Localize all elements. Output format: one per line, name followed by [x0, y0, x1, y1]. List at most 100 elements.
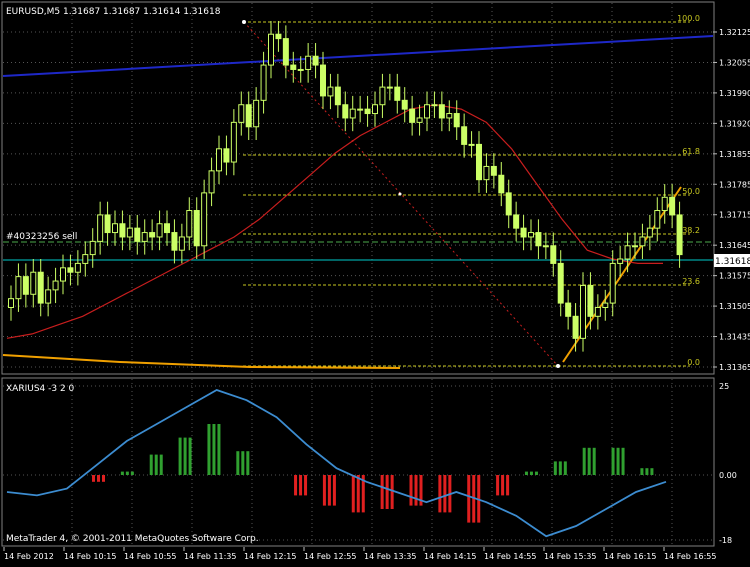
- time-axis-label: 14 Feb 16:15: [604, 552, 656, 561]
- candle-body: [89, 240, 96, 256]
- time-axis-label: 14 Feb 12:55: [304, 552, 356, 561]
- order-label: #40323256 sell: [6, 232, 77, 242]
- candle-body: [112, 223, 118, 234]
- histogram-bar: [246, 451, 250, 475]
- candle-body: [223, 148, 230, 163]
- histogram-bar: [524, 471, 528, 475]
- candle-body: [201, 192, 208, 247]
- candle-body: [245, 104, 252, 128]
- price-axis-label: 1.31365: [719, 363, 750, 372]
- histogram-bar: [294, 475, 298, 496]
- candle-body: [669, 196, 676, 216]
- candle-body: [230, 121, 237, 163]
- candle-body: [624, 245, 631, 260]
- indicator-axis-label: 0.00: [719, 471, 737, 480]
- fib-level-label: 50.0: [682, 187, 700, 196]
- candle-body: [253, 99, 260, 128]
- candle-body: [97, 214, 104, 242]
- candle-body: [186, 210, 193, 238]
- histogram-bar: [149, 454, 153, 475]
- histogram-bar: [645, 468, 649, 475]
- candle-body: [550, 245, 557, 264]
- candle-body: [632, 245, 638, 248]
- histogram-bar: [385, 475, 389, 509]
- candle-body: [483, 165, 490, 181]
- time-axis-label: 14 Feb 10:15: [64, 552, 116, 561]
- candle-body: [45, 289, 52, 304]
- histogram-bar: [650, 468, 654, 475]
- candle-body: [446, 113, 453, 119]
- price-axis-label: 1.31505: [719, 302, 750, 311]
- candle-body: [260, 64, 267, 101]
- candle-body: [171, 232, 178, 251]
- price-axis-label: 1.31575: [719, 272, 750, 281]
- histogram-bar: [125, 471, 129, 475]
- candle-body: [238, 104, 245, 123]
- candle-body: [342, 104, 349, 119]
- time-axis-label: 14 Feb 10:55: [124, 552, 176, 561]
- histogram-bar: [409, 475, 413, 506]
- time-axis-label: 14 Feb 12:15: [244, 552, 296, 561]
- candle-body: [409, 108, 416, 123]
- candle-body: [327, 86, 334, 97]
- histogram-bar: [236, 451, 240, 475]
- candle-body: [609, 262, 616, 304]
- histogram-bar: [207, 424, 211, 475]
- candle-body: [149, 232, 156, 238]
- chart-canvas[interactable]: 100.0 61.8 50.0 38.2 23.6 0.0 EURUSD,M5 1.316…: [0, 0, 750, 563]
- copyright-text: MetaTrader 4, © 2001-2011 MetaQuotes Sof…: [6, 534, 259, 544]
- candle-body: [602, 302, 609, 308]
- histogram-bar: [380, 475, 384, 509]
- price-axis-label: 1.31855: [719, 150, 750, 159]
- candle-body: [453, 113, 460, 128]
- candle-body: [372, 104, 378, 115]
- histogram-bar: [154, 454, 158, 475]
- histogram-bar: [587, 447, 591, 475]
- histogram-bar: [97, 475, 100, 482]
- candle-body: [594, 306, 601, 317]
- fib-anchor-point: [556, 364, 560, 368]
- indicator-name: XARIUS4 -3 2 0: [6, 384, 75, 394]
- candle-body: [268, 33, 274, 66]
- candle-body: [424, 104, 430, 119]
- histogram-bar: [438, 475, 442, 513]
- histogram-bar: [327, 475, 331, 506]
- histogram-bar: [120, 471, 124, 475]
- histogram-bar: [212, 424, 216, 475]
- candle-body: [476, 143, 482, 181]
- candle-body: [438, 104, 445, 119]
- histogram-bar: [621, 447, 625, 475]
- candle-body: [282, 38, 289, 66]
- histogram-bar: [390, 475, 394, 509]
- candle-body: [513, 214, 520, 229]
- histogram-bar: [102, 475, 105, 482]
- time-axis-label: 14 Feb 15:35: [544, 552, 596, 561]
- indicator-axis-label: 25: [719, 382, 729, 391]
- fib-level-label: 23.6: [682, 277, 700, 286]
- histogram-bar: [217, 424, 221, 475]
- candle-body: [490, 165, 497, 176]
- candle-body: [528, 232, 534, 238]
- candle-body: [8, 298, 14, 308]
- metatrader-chart[interactable]: 100.0 61.8 50.0 38.2 23.6 0.0 EURUSD,M5 1.316…: [0, 0, 750, 563]
- price-axis-label: 1.31990: [719, 89, 750, 98]
- fib-level-label: 61.8: [682, 147, 700, 156]
- candle-body: [572, 315, 579, 339]
- price-axis-label: 1.32125: [719, 28, 750, 37]
- candle-body: [565, 302, 572, 317]
- candle-body: [535, 232, 542, 247]
- histogram-bar: [496, 475, 500, 496]
- time-axis-label: 14 Feb 14:15: [424, 552, 476, 561]
- candle-body: [676, 214, 683, 256]
- histogram-bar: [299, 475, 303, 496]
- candle-body: [126, 227, 133, 238]
- candle-body: [498, 174, 505, 194]
- candle-body: [305, 55, 312, 70]
- candle-body: [208, 170, 215, 194]
- candle-body: [67, 267, 74, 273]
- candle-body: [37, 271, 44, 304]
- time-axis-label: 14 Feb 13:35: [364, 552, 416, 561]
- histogram-bar: [558, 461, 562, 475]
- candle-body: [401, 99, 408, 110]
- candle-body: [60, 267, 66, 282]
